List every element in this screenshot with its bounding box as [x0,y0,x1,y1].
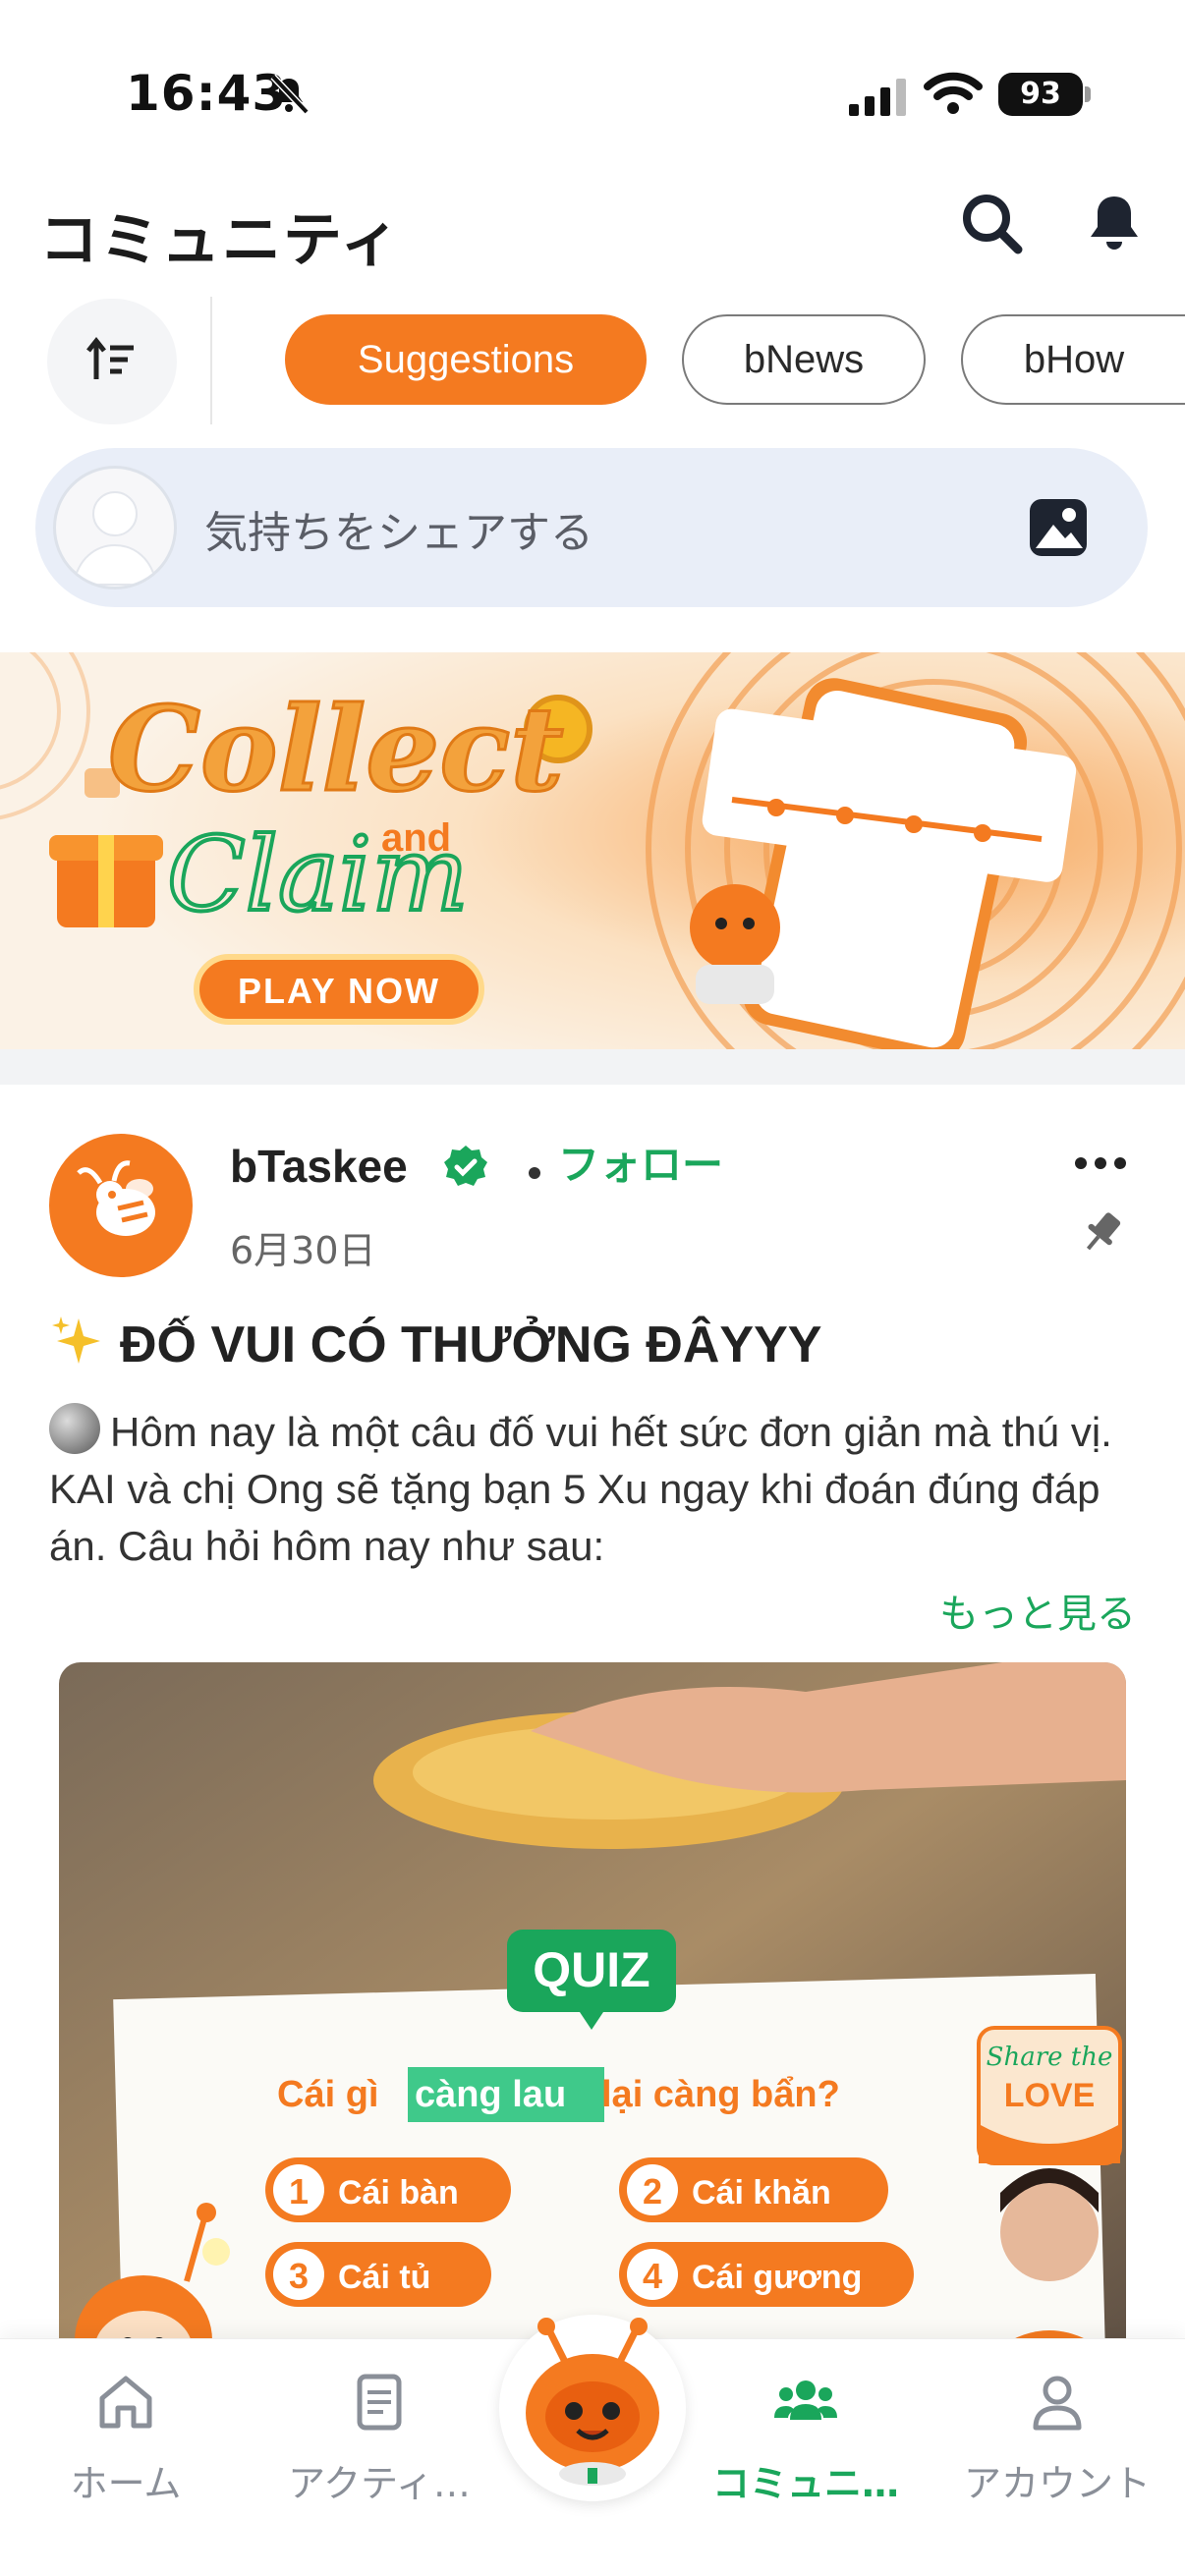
sticker-line2: LOVE [1004,2077,1096,2114]
add-photo-icon[interactable] [1026,495,1091,560]
sparkles-icon [52,1316,100,1364]
post-date: 6月30日 [230,1229,376,1272]
activity-icon [357,2374,402,2431]
post-body: Hôm nay là một câu đố vui hết sức đơn gi… [49,1403,1150,1575]
nav-community-label: コミュニ… [711,2462,899,2505]
option-3-num: 3 [289,2256,309,2296]
chip-bnews[interactable]: bNews [682,314,926,405]
mascot-icon [526,2318,659,2486]
nav-home-label: ホーム [70,2462,182,2505]
community-icon [774,2380,837,2420]
follow-button[interactable]: フォロー [558,1132,723,1192]
quiz-question-pre: Cái gì [277,2074,378,2115]
post-body-text: Hôm nay là một câu đố vui hết sức đơn gi… [49,1409,1112,1569]
filter-divider [210,297,212,424]
banner-collect-text: Collect [108,681,564,817]
banner-claim-text: Claim [167,814,469,934]
post-image[interactable]: QUIZ Cái gì càng lau lại càng bẩn? 1 Cái… [59,1662,1126,2370]
cellular-signal-icon [849,79,906,116]
option-3-text: Cái tủ [338,2259,430,2296]
sticker-line1: Share the [987,2043,1113,2072]
quiz-question-post: lại càng bẩn? [601,2074,840,2115]
bee-logo-icon [77,1160,155,1236]
chip-suggestions[interactable]: Suggestions [285,314,647,405]
post-title-text: ĐỐ VUI CÓ THƯỞNG ĐÂYYY [120,1316,822,1373]
nav-account[interactable]: アカウント [949,2369,1165,2546]
quiz-question-highlight: càng lau [415,2074,566,2115]
bell-off-icon [270,74,310,115]
search-icon[interactable] [957,189,1028,259]
author-avatar[interactable] [49,1134,193,1277]
more-options-icon[interactable] [1071,1151,1130,1175]
account-icon [1033,2376,1082,2431]
option-2-text: Cái khăn [692,2174,831,2212]
pin-icon [1086,1212,1121,1251]
status-bar: 16:43 93 [0,0,1185,147]
moon-emoji-icon [49,1403,100,1454]
nav-activity[interactable]: アクティ… [271,2369,487,2546]
option-4-text: Cái gương [692,2259,862,2296]
mascot-button[interactable] [499,2315,686,2501]
post-title: ĐỐ VUI CÓ THƯỞNG ĐÂYYY [49,1313,821,1374]
banner-cta-text: PLAY NOW [238,971,440,1011]
default-avatar-icon [72,491,158,586]
nav-activity-label: アクティ… [288,2462,471,2505]
sort-button[interactable] [47,299,177,424]
separator-dot [529,1167,540,1179]
share-composer[interactable]: 気持ちをシェアする [35,448,1148,607]
battery-indicator: 93 [998,73,1083,116]
option-1-num: 1 [289,2171,309,2212]
composer-placeholder[interactable]: 気持ちをシェアする [204,497,593,560]
chip-bhow[interactable]: bHow [961,314,1185,405]
nav-home[interactable]: ホーム [18,2369,234,2546]
quiz-badge-text: QUIZ [533,1942,649,1997]
verified-badge-icon [444,1146,487,1186]
nav-account-label: アカウント [963,2462,1151,2505]
page-title: コミュニティ [39,206,402,275]
home-icon [99,2376,152,2429]
notification-bell-icon[interactable] [1079,189,1150,259]
option-4-num: 4 [643,2256,662,2296]
quiz-image-art: QUIZ Cái gì càng lau lại càng bẩn? 1 Cái… [59,1662,1126,2370]
battery-tip [1085,86,1091,102]
wifi-icon [924,72,983,114]
section-separator [0,1049,1185,1085]
promo-banner[interactable]: Collect and Claim PLAY NOW [0,652,1185,1049]
status-time: 16:43 [126,65,288,122]
option-1-text: Cái bàn [338,2174,459,2212]
nav-community[interactable]: コミュニ… [698,2369,914,2546]
user-avatar [53,466,177,589]
post-author-name[interactable]: bTaskee [230,1140,408,1193]
see-more-link[interactable]: もっと見る [939,1582,1136,1639]
sort-icon [86,336,134,379]
option-2-num: 2 [643,2171,662,2212]
banner-art: Collect and Claim PLAY NOW [0,652,1185,1049]
